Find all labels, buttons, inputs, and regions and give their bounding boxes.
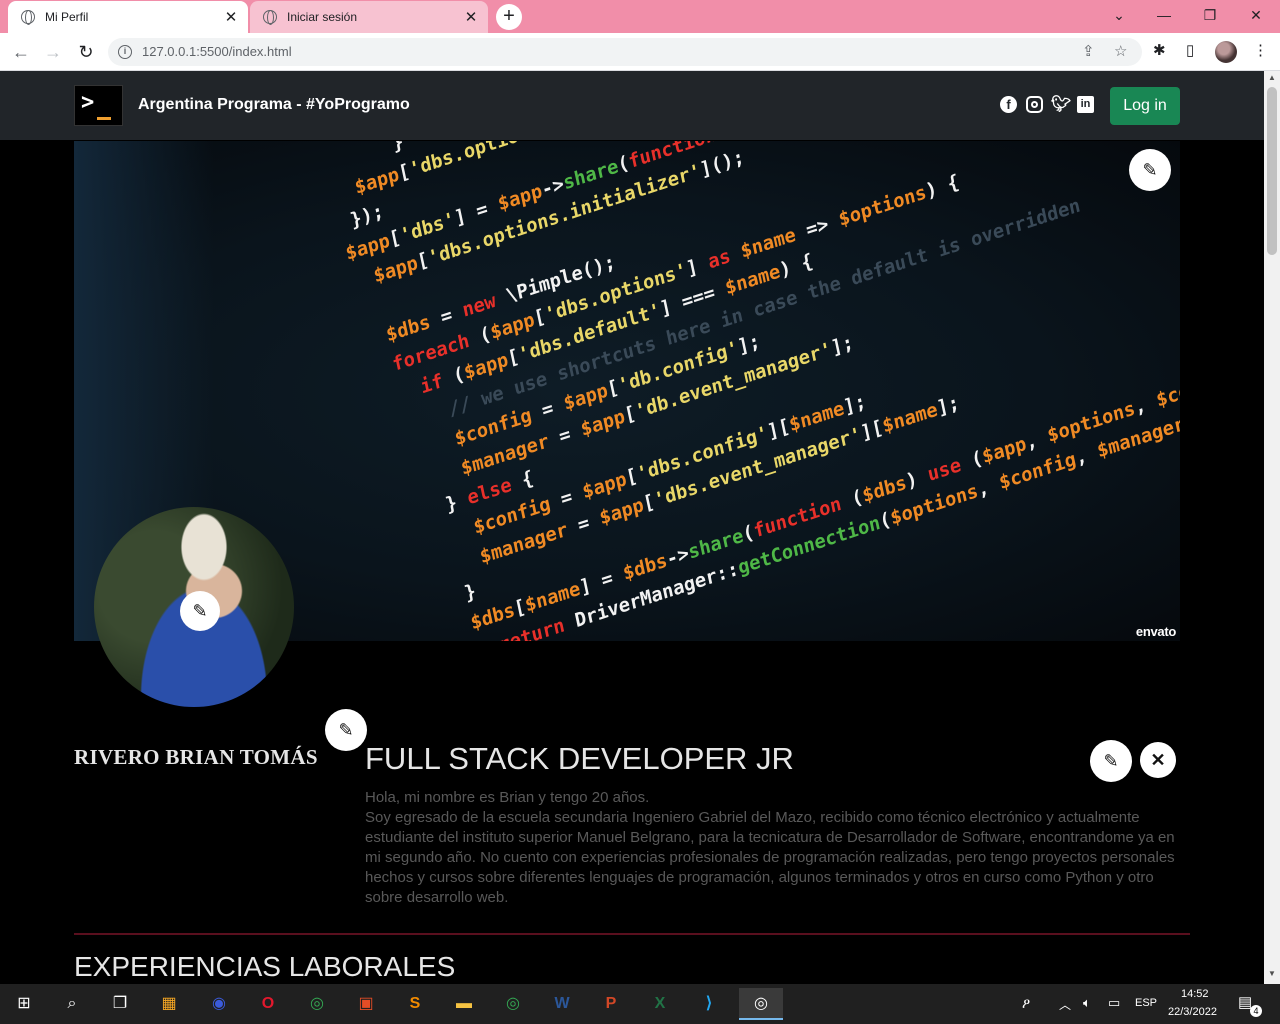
tab-iniciar-sesion[interactable]: Iniciar sesión ✕ xyxy=(250,1,488,33)
bookmark-star-icon[interactable]: ☆ xyxy=(1114,42,1127,60)
delete-about-button[interactable]: ✕ xyxy=(1140,742,1176,778)
edit-name-button[interactable]: ✎ xyxy=(325,709,367,751)
profile-avatar[interactable] xyxy=(1215,41,1237,63)
section-divider xyxy=(74,933,1190,935)
back-icon[interactable]: ← xyxy=(8,39,34,65)
page-scrollbar[interactable]: ▲ ▼ xyxy=(1264,71,1280,984)
restore-button[interactable]: ❐ xyxy=(1190,4,1230,26)
envato-watermark: envato xyxy=(1135,624,1176,639)
people-icon[interactable]: ዖ xyxy=(1022,995,1030,1012)
globe-icon xyxy=(263,10,277,25)
chrome-icon[interactable]: ◎ xyxy=(301,988,333,1020)
twitter-icon[interactable]: 🐦︎ xyxy=(1051,96,1071,113)
banner-code-text: } $app['dbs.options'] = $tmp; });$app['d… xyxy=(324,141,1180,641)
close-icon[interactable]: ✕ xyxy=(222,8,240,26)
edit-banner-button[interactable]: ✎ xyxy=(1129,149,1171,191)
network-icon[interactable]: ▭ xyxy=(1108,995,1120,1011)
windows-taskbar: ⊞ ⌕ ❐ ▦ ◉ O ◎ ▣ S ▬ ◎ W P X ⟩ ◎ ዖ ︿ 🔈︎ ▭… xyxy=(0,984,1280,1024)
search-icon[interactable]: ⌕ xyxy=(56,988,88,1020)
opera-icon[interactable]: O xyxy=(252,988,284,1020)
site-logo[interactable]: > xyxy=(74,85,123,126)
tab-title: Iniciar sesión xyxy=(287,10,358,24)
minimize-button[interactable]: — xyxy=(1144,4,1184,26)
new-tab-button[interactable]: + xyxy=(496,4,522,30)
close-icon[interactable]: ✕ xyxy=(462,8,480,26)
linkedin-icon[interactable]: in xyxy=(1077,96,1094,113)
vscode-icon[interactable]: ⟩ xyxy=(693,988,725,1020)
profile-name: RIVERO BRIAN TOMÁS xyxy=(74,745,318,769)
chrome-active-icon[interactable]: ◎ xyxy=(739,988,783,1020)
task-view-icon[interactable]: ❐ xyxy=(104,988,136,1020)
about-text: Hola, mi nombre es Brian y tengo 20 años… xyxy=(365,788,1180,908)
facebook-icon[interactable]: f xyxy=(1000,96,1017,113)
tab-search-icon[interactable]: ⌄ xyxy=(1099,4,1139,26)
tab-mi-perfil[interactable]: Mi Perfil ✕ xyxy=(8,1,248,33)
address-bar[interactable]: i 127.0.0.1:5500/index.html ⇪ ☆ xyxy=(108,38,1142,66)
site-navbar: > Argentina Programa - #YoProgramo f 🐦︎ … xyxy=(0,71,1264,140)
office-icon[interactable]: ▣ xyxy=(350,988,382,1020)
brand-title[interactable]: Argentina Programa - #YoProgramo xyxy=(138,96,410,114)
store-icon[interactable]: ▦ xyxy=(153,988,185,1020)
terminal-cursor xyxy=(97,117,111,120)
url-text[interactable]: 127.0.0.1:5500/index.html xyxy=(142,44,292,59)
instagram-icon[interactable] xyxy=(1026,96,1043,113)
windows-start-icon[interactable]: ⊞ xyxy=(8,988,40,1020)
edit-about-button[interactable]: ✎ xyxy=(1090,740,1132,782)
extensions-icon[interactable]: ✱ xyxy=(1153,41,1166,59)
menu-kebab-icon[interactable]: ⋮ xyxy=(1253,41,1268,59)
excel-icon[interactable]: X xyxy=(644,988,676,1020)
about-intro: Hola, mi nombre es Brian y tengo 20 años… xyxy=(365,789,650,806)
browser-tab-bar: Mi Perfil ✕ Iniciar sesión ✕ + ⌄ — ❐ ✕ xyxy=(0,0,1280,33)
site-info-icon[interactable]: i xyxy=(118,45,132,59)
clock-time[interactable]: 14:52 xyxy=(1181,988,1209,1000)
sublime-text-icon[interactable]: S xyxy=(399,988,431,1020)
page-viewport: > Argentina Programa - #YoProgramo f 🐦︎ … xyxy=(0,71,1264,984)
edit-avatar-button[interactable]: ✎ xyxy=(180,591,220,631)
globe-icon xyxy=(21,10,35,25)
scroll-up-icon[interactable]: ▲ xyxy=(1264,73,1280,82)
file-explorer-icon[interactable]: ▬ xyxy=(448,988,480,1020)
forward-icon[interactable]: → xyxy=(40,39,66,65)
side-panel-icon[interactable]: ▯ xyxy=(1186,41,1194,59)
close-window-button[interactable]: ✕ xyxy=(1236,4,1276,26)
clock-date[interactable]: 22/3/2022 xyxy=(1168,1006,1217,1018)
powerpoint-icon[interactable]: P xyxy=(595,988,627,1020)
browser-app-icon[interactable]: ◉ xyxy=(203,988,235,1020)
language-indicator[interactable]: ESP xyxy=(1135,997,1157,1009)
profile-job-title: FULL STACK DEVELOPER JR xyxy=(365,741,794,776)
experience-section-title: EXPERIENCIAS LABORALES xyxy=(74,951,456,982)
login-button[interactable]: Log in xyxy=(1110,87,1180,125)
about-description: Soy egresado de la escuela secundaria In… xyxy=(365,809,1175,906)
chevron-up-icon[interactable]: ︿ xyxy=(1059,996,1071,1013)
word-icon[interactable]: W xyxy=(546,988,578,1020)
terminal-prompt-icon: > xyxy=(81,90,95,115)
chrome-profile-icon[interactable]: ◎ xyxy=(497,988,529,1020)
scroll-down-icon[interactable]: ▼ xyxy=(1264,969,1280,978)
notification-count-badge: 4 xyxy=(1250,1005,1262,1017)
scrollbar-thumb[interactable] xyxy=(1267,87,1277,255)
share-icon[interactable]: ⇪ xyxy=(1082,42,1095,60)
reload-icon[interactable]: ↻ xyxy=(73,39,99,65)
volume-icon[interactable]: 🔈︎ xyxy=(1083,995,1091,1011)
address-toolbar: ← → ↻ i 127.0.0.1:5500/index.html ⇪ ☆ ✱ … xyxy=(0,33,1280,71)
tab-title: Mi Perfil xyxy=(45,10,89,24)
